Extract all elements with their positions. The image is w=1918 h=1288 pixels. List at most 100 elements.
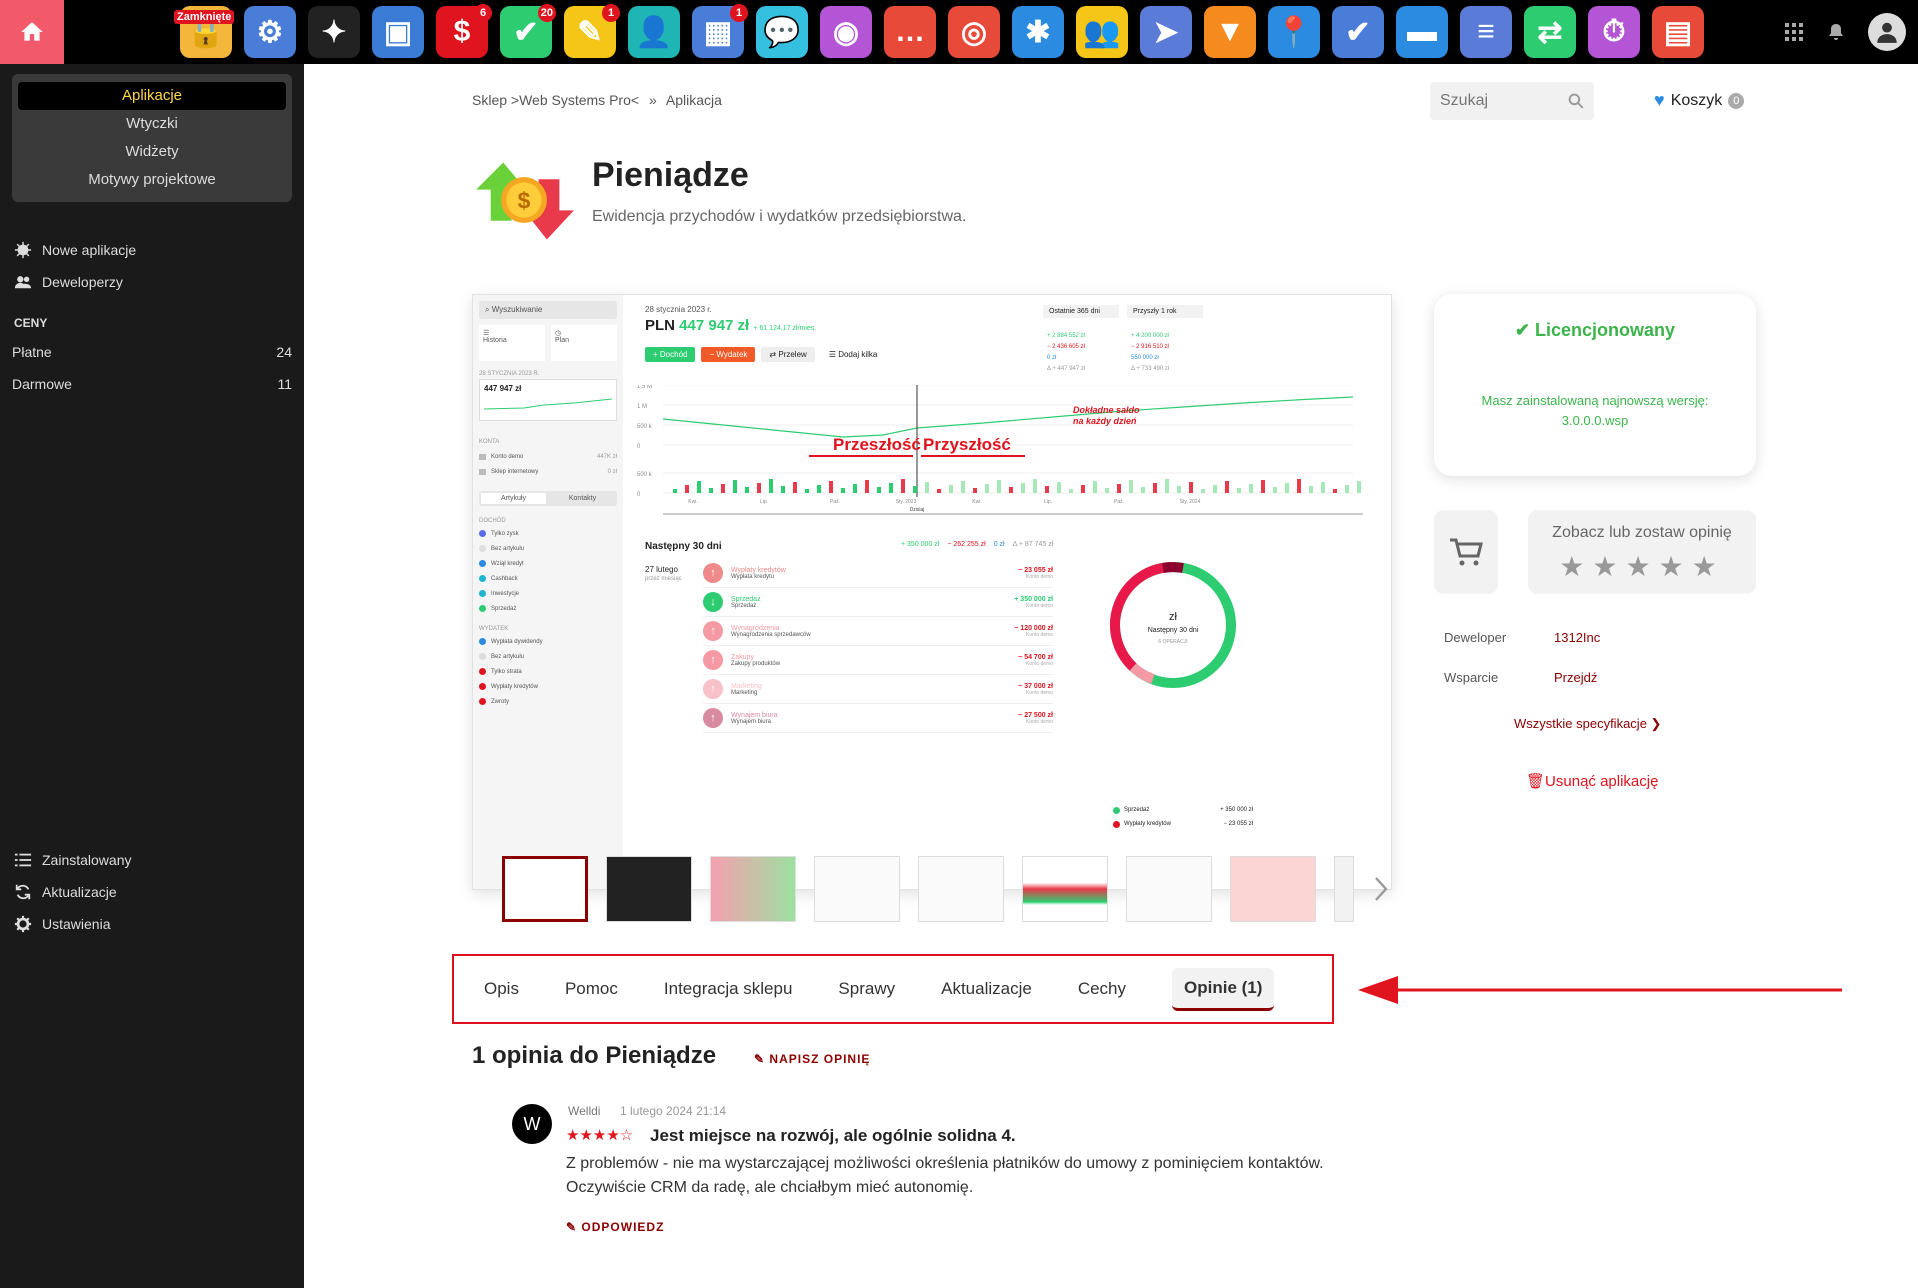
tab-help[interactable]: Pomoc — [565, 979, 618, 999]
preview-chart-bar — [985, 484, 989, 493]
thumbnail-4[interactable] — [814, 856, 900, 922]
search-input[interactable] — [1440, 92, 1560, 110]
app-screenshot-preview[interactable]: ⌕ Wyszukiwanie ☰ Historia ◷ Plan 28 STYCZN… — [472, 294, 1392, 890]
home-button[interactable] — [0, 0, 64, 64]
sitemap-app-icon[interactable]: ▤ — [1652, 6, 1704, 58]
thumbnail-3[interactable] — [710, 856, 796, 922]
map-pin-app-icon[interactable]: 📍 — [1268, 6, 1320, 58]
bell-icon[interactable] — [1826, 22, 1846, 42]
tab-reviews[interactable]: Opinie (1) — [1172, 967, 1275, 1011]
preview-chart-bar — [709, 488, 713, 493]
write-review-button[interactable]: ✎ NAPISZ OPINIĘ — [754, 1052, 870, 1066]
lifebuoy-app-icon[interactable]: ◎ — [948, 6, 1000, 58]
remove-app-button[interactable]: 🗑Usunąć aplikację — [1526, 772, 1658, 790]
preview-transaction-right: − 120 000 zł Konto demo — [1014, 625, 1053, 638]
preview-dot — [479, 653, 486, 660]
preview-balance-card: 447 947 zł — [479, 379, 617, 421]
tab-updates[interactable]: Aktualizacje — [941, 979, 1032, 999]
funnel-app-icon[interactable]: ▼ — [1204, 6, 1256, 58]
contact-book-app-icon[interactable]: 👤 — [628, 6, 680, 58]
category-widgets[interactable]: Widżety — [18, 138, 286, 166]
tab-issues[interactable]: Sprawy — [838, 979, 895, 999]
preview-transaction-text: Wynagrodzenia Wynagrodzenia sprzedawców — [731, 625, 1006, 638]
reviews-button[interactable]: Zobacz lub zostaw opinię ★★★★★ — [1528, 510, 1756, 594]
team-app-icon[interactable]: 👥 — [1076, 6, 1128, 58]
thumbnail-8[interactable] — [1230, 856, 1316, 922]
preview-x-tick: Sty. 2023 — [896, 499, 917, 505]
gear-app-icon[interactable]: ⚙ — [244, 6, 296, 58]
search-icon[interactable] — [1568, 93, 1584, 109]
preview-chart-bar — [889, 483, 893, 493]
thumbnail-6[interactable] — [1022, 856, 1108, 922]
add-to-cart-button[interactable] — [1434, 510, 1498, 594]
app-glyph: 💬 — [763, 15, 801, 49]
thumbnail-2[interactable] — [606, 856, 692, 922]
category-apps[interactable]: Aplikacje — [18, 82, 286, 110]
preview-note-line1: Dokładne saldo — [1073, 405, 1140, 415]
folder-app-icon[interactable]: ▬ — [1396, 6, 1448, 58]
paper-plane-app-icon[interactable]: ➤ — [1140, 6, 1192, 58]
preview-transaction-name: Wypłaty kredytów — [731, 566, 786, 574]
screenshot-thumbnails — [502, 856, 1390, 922]
support-link[interactable]: Przejdź — [1554, 670, 1597, 685]
preview-x-tick: Kwi. — [972, 499, 981, 505]
thumbnail-5[interactable] — [918, 856, 1004, 922]
chevron-right-icon[interactable] — [1372, 875, 1390, 903]
category-plugins[interactable]: Wtyczki — [18, 110, 286, 138]
pencil-notes-app-icon[interactable]: ✎ 1 — [564, 4, 620, 58]
breadcrumb-store-link[interactable]: Sklep >Web Systems Pro< — [472, 92, 639, 108]
calendar-app-icon[interactable]: ▦ 1 — [692, 4, 748, 58]
reply-button[interactable]: ✎ ODPOWIEDZ — [566, 1220, 664, 1234]
price-filter-free[interactable]: Darmowe 11 — [0, 368, 304, 400]
tab-description[interactable]: Opis — [484, 979, 519, 999]
preview-chart-bar — [1189, 482, 1193, 493]
app-glyph: ▣ — [383, 15, 413, 49]
tab-features[interactable]: Cechy — [1078, 979, 1126, 999]
sidebar-item-updates[interactable]: Aktualizacje — [0, 876, 304, 908]
gear-icon — [14, 915, 32, 933]
license-message: Masz zainstalowaną najnowszą wersję: 3.0… — [1434, 391, 1756, 431]
preview-transaction-name: Sprzedaż — [731, 595, 761, 603]
document-edit-app-icon[interactable]: ≡ — [1460, 6, 1512, 58]
sidebar-item-settings[interactable]: Ustawienia — [0, 908, 304, 940]
tab-store-integration[interactable]: Integracja sklepu — [664, 979, 793, 999]
preview-arrow-icon: ↑ — [703, 621, 723, 641]
magic-wand-app-icon[interactable]: ✦ — [308, 6, 360, 58]
preview-dot — [479, 668, 486, 675]
app-glyph: ✔ — [1345, 15, 1371, 49]
sidebar-item-new-apps[interactable]: Nowe aplikacje — [0, 234, 304, 266]
sidebar: Aplikacje Wtyczki Widżety Motywy projekt… — [0, 64, 304, 1288]
preview-chart-bar — [1129, 480, 1133, 493]
annotation-arrow — [1358, 976, 1842, 1004]
cart-link[interactable]: ♥ Koszyk 0 — [1654, 90, 1745, 111]
stopwatch-app-icon[interactable]: ⏱ — [1588, 6, 1640, 58]
preview-chart-bar — [1225, 481, 1229, 493]
chat-app-icon[interactable]: 💬 — [756, 6, 808, 58]
sidebar-item-installed[interactable]: Zainstalowany — [0, 844, 304, 876]
download-tasks-app-icon[interactable]: ✔ 20 — [500, 4, 556, 58]
category-themes[interactable]: Motywy projektowe — [18, 166, 286, 194]
medical-doc-app-icon[interactable]: ✱ — [1012, 6, 1064, 58]
camera-app-icon[interactable]: ◉ — [820, 6, 872, 58]
double-check-app-icon[interactable]: ✔ — [1332, 6, 1384, 58]
preview-date-27: 27 lutego — [645, 565, 678, 574]
preview-chart-bar — [1261, 480, 1265, 493]
thumbnail-9[interactable] — [1334, 856, 1354, 922]
thumbnail-7[interactable] — [1126, 856, 1212, 922]
sidebar-item-developers[interactable]: Deweloperzy — [0, 266, 304, 298]
money-arrows-app-icon[interactable]: ⇄ — [1524, 6, 1576, 58]
lock-app-icon[interactable]: 🔒 Zamknięte — [174, 6, 235, 58]
grid-menu-icon[interactable] — [1784, 22, 1804, 42]
preview-main: 28 stycznia 2023 r. PLN 447 947 zł + 61 … — [623, 295, 1391, 889]
messages-app-icon[interactable]: … — [884, 6, 936, 58]
preview-arrow-left — [809, 455, 913, 457]
thumbnail-1[interactable] — [502, 856, 588, 922]
developer-link[interactable]: 1312Inc — [1554, 630, 1600, 645]
user-avatar[interactable] — [1868, 13, 1906, 51]
price-filter-paid[interactable]: Płatne 24 — [0, 336, 304, 368]
window-settings-app-icon[interactable]: ▣ — [372, 6, 424, 58]
dollar-app-icon[interactable]: $6 — [436, 4, 492, 58]
all-specs-link[interactable]: Wszystkie specyfikacje ❯ — [1514, 716, 1661, 732]
preview-list-item: Sklep internetowy 0 zł — [479, 464, 617, 479]
preview-transaction-account: Konto demo — [1026, 660, 1053, 667]
